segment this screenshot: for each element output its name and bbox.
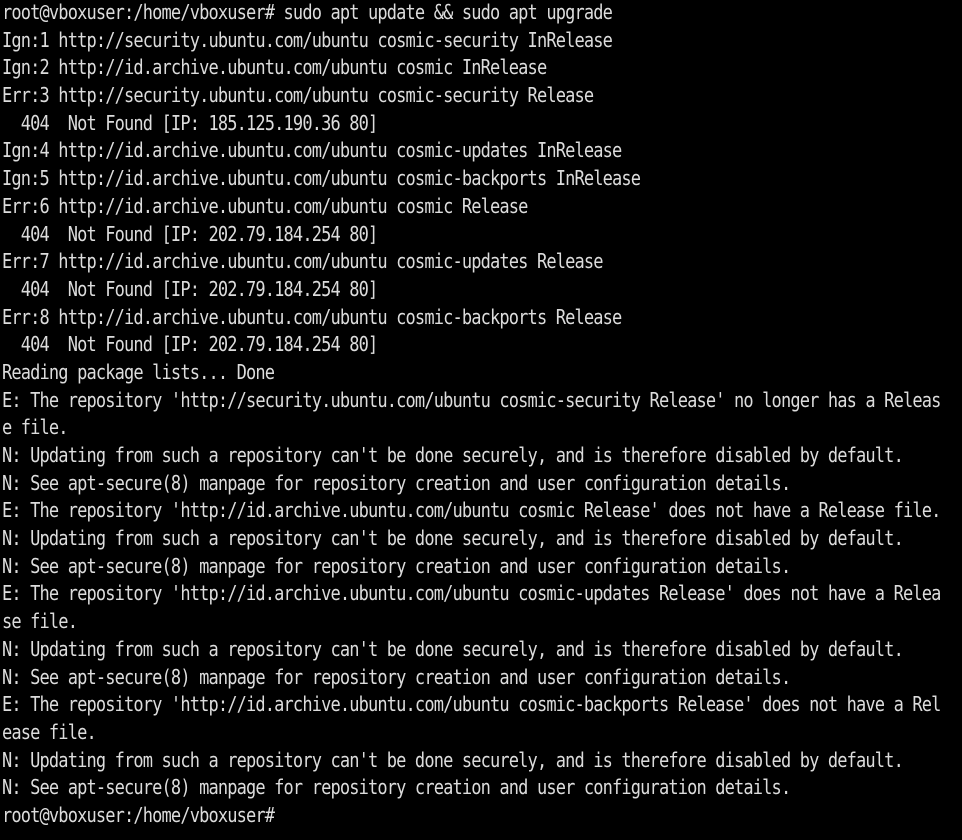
terminal-screen[interactable]: root@vboxuser:/home/vboxuser# sudo apt u… xyxy=(0,0,962,840)
terminal-output: root@vboxuser:/home/vboxuser# sudo apt u… xyxy=(2,0,941,831)
shell-prompt[interactable]: root@vboxuser:/home/vboxuser# xyxy=(2,800,941,834)
